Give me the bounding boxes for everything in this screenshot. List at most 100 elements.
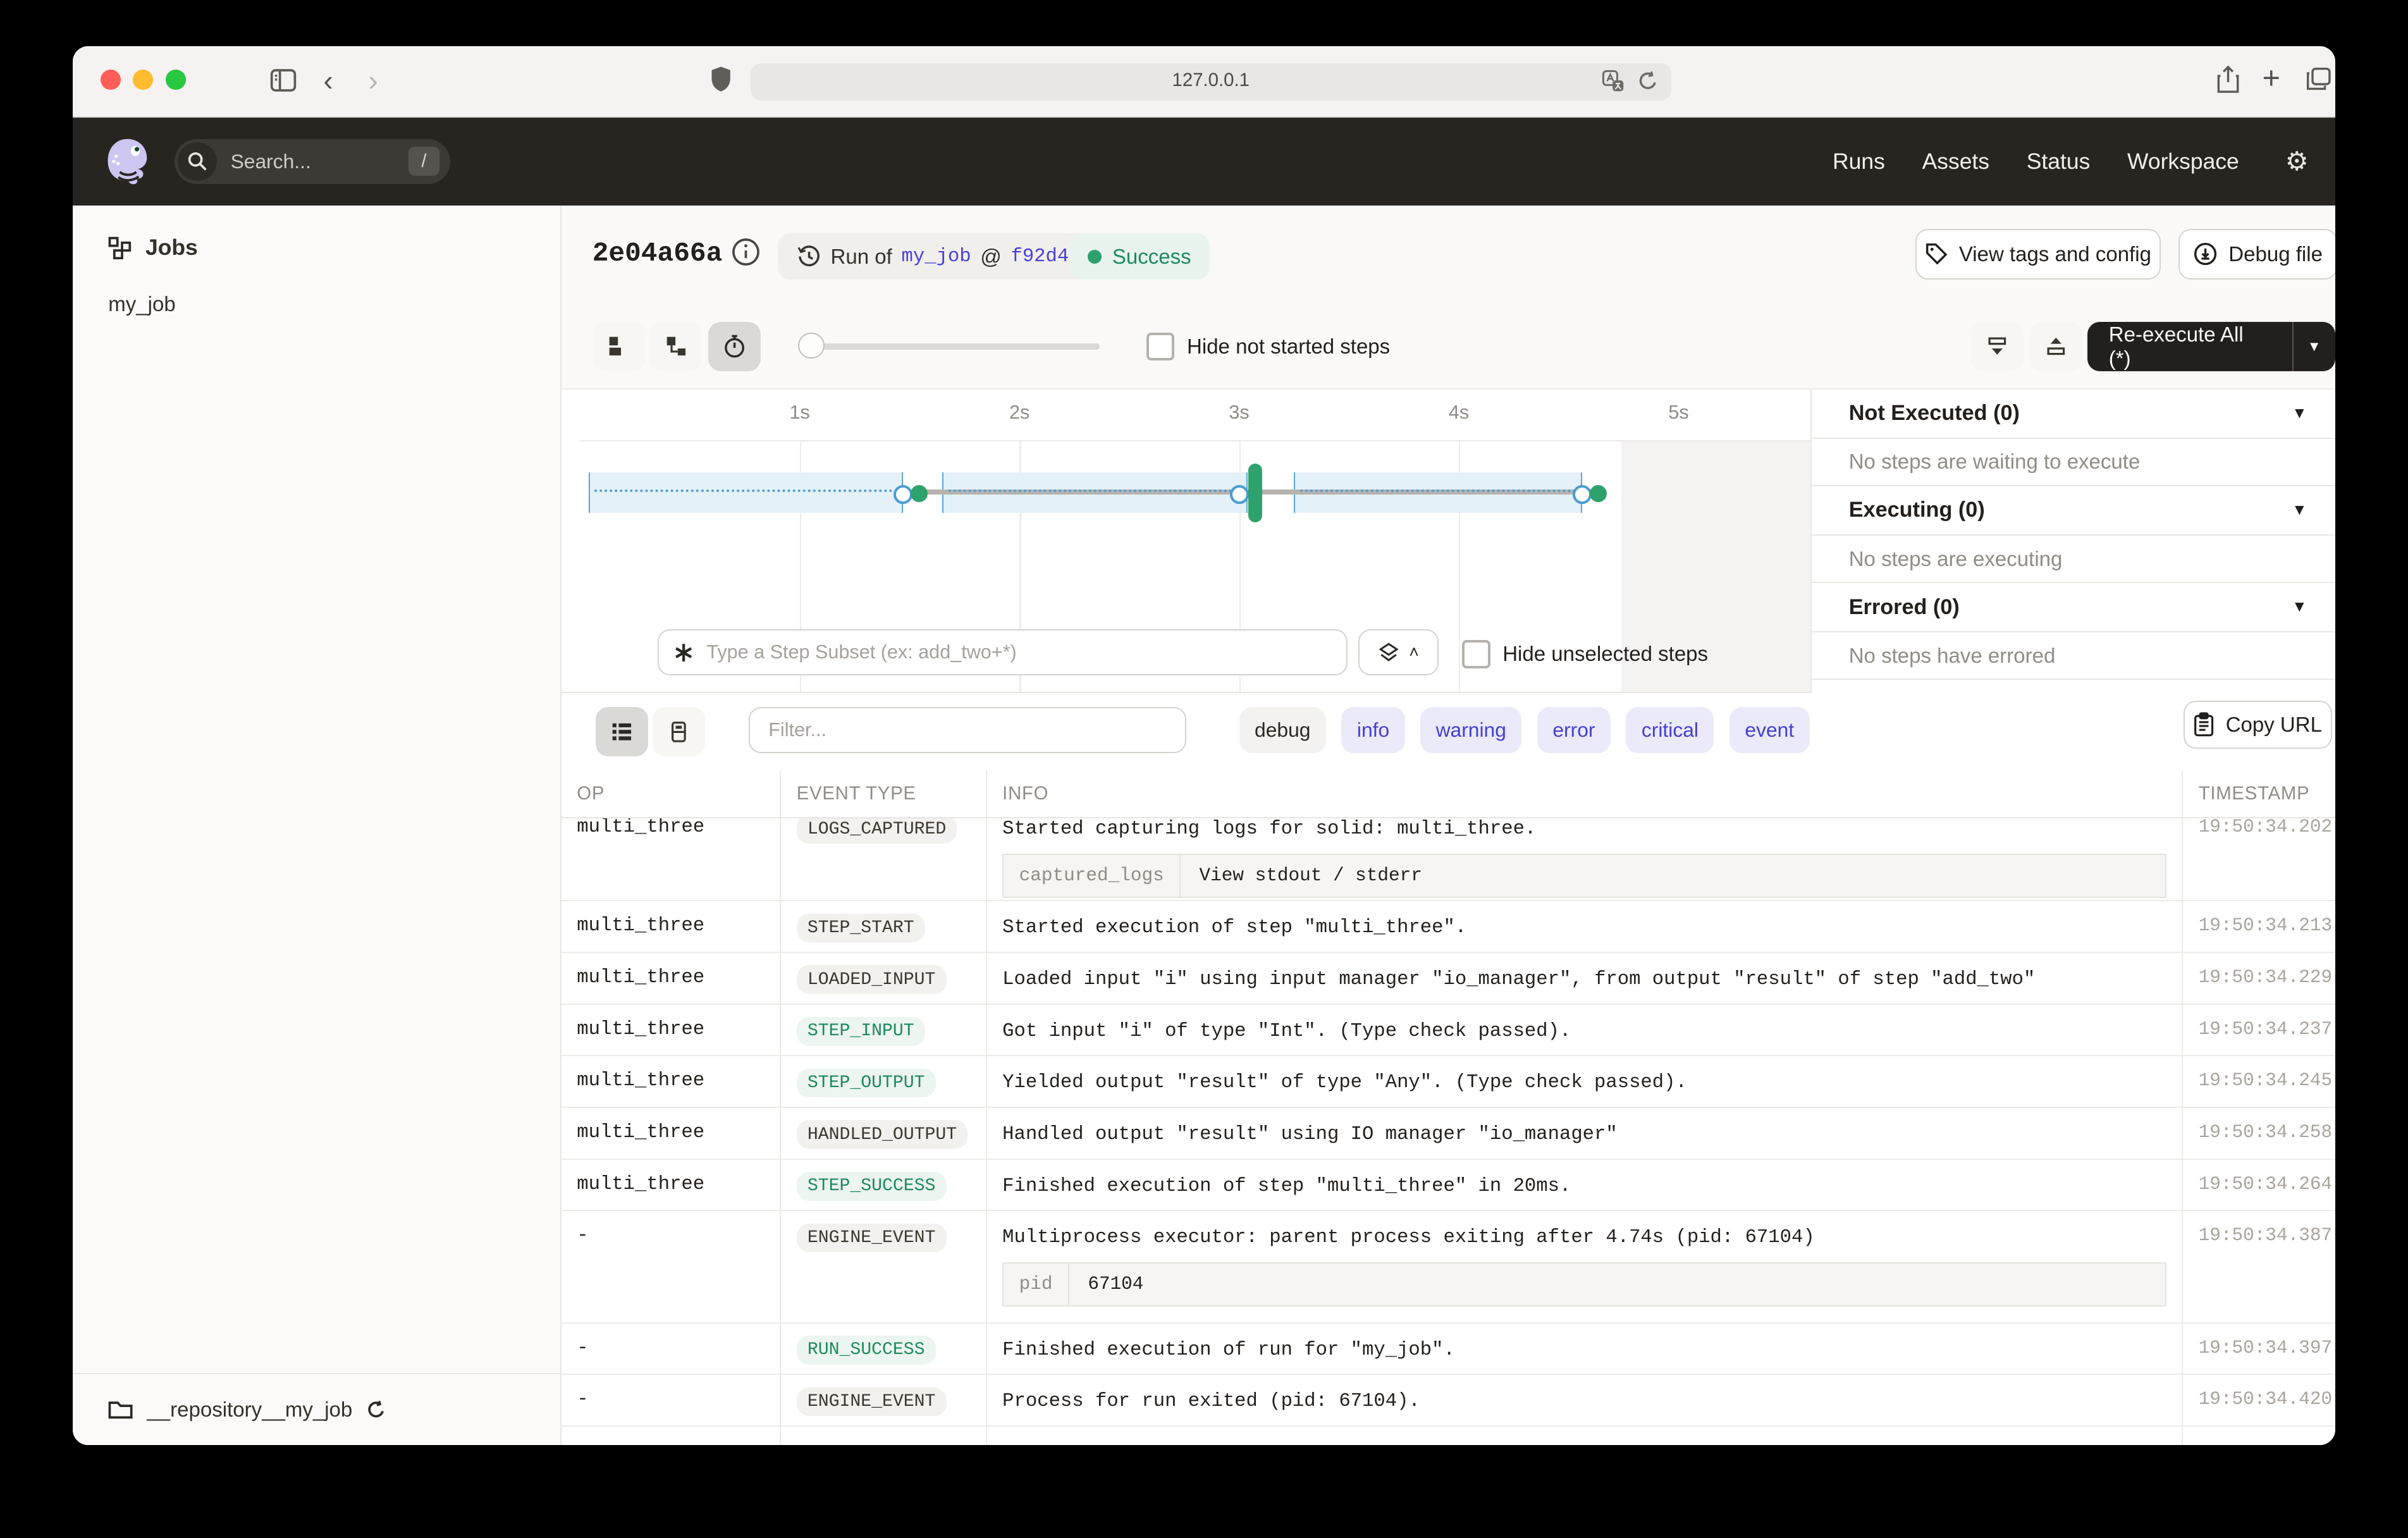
nav-item-assets[interactable]: Assets [1922, 149, 1989, 175]
waiting-dotted-line [594, 489, 897, 492]
filler-cell [562, 1427, 781, 1446]
status-section-message: No steps have errored [1812, 632, 2335, 680]
expand-all-button[interactable] [2030, 322, 2082, 371]
close-window-button[interactable] [101, 70, 121, 90]
log-timestamp[interactable]: 19:50:34.420 [2183, 1375, 2335, 1425]
log-filter-input[interactable] [765, 718, 1170, 743]
timeline-marker-open[interactable] [1573, 485, 1592, 504]
nav-item-workspace[interactable]: Workspace [2127, 149, 2239, 175]
dagster-logo[interactable] [102, 136, 153, 187]
table-row[interactable]: multi_threeSTEP_SUCCESSFinished executio… [562, 1160, 2335, 1212]
job-link[interactable]: my_job [902, 246, 971, 268]
log-event-type-cell: LOGS_CAPTURED [781, 818, 986, 902]
timeline-marker-open[interactable] [894, 485, 912, 504]
view-flat-gantt-button[interactable] [593, 322, 645, 371]
nav-item-runs[interactable]: Runs [1833, 149, 1885, 175]
table-row[interactable]: -ENGINE_EVENTProcess for run exited (pid… [562, 1375, 2335, 1427]
copy-url-button[interactable]: Copy URL [2184, 701, 2332, 749]
search-input[interactable] [228, 148, 388, 175]
nav-item-status[interactable]: Status [2027, 149, 2091, 175]
hide-not-started-checkbox[interactable]: Hide not started steps [1146, 333, 1390, 361]
back-button[interactable]: ‹ [323, 65, 333, 96]
status-section-header-0[interactable]: Not Executed (0)▼ [1812, 390, 2335, 439]
global-search[interactable]: / [175, 139, 450, 184]
table-row[interactable]: multi_threeSTEP_INPUTGot input "i" of ty… [562, 1005, 2335, 1057]
metadata-value[interactable]: View stdout / stderr [1181, 855, 1440, 897]
view-waterfall-button[interactable] [649, 322, 702, 371]
settings-gear-icon[interactable]: ⚙ [2285, 148, 2309, 175]
info-icon[interactable] [730, 237, 761, 268]
log-event-type-cell: ENGINE_EVENT [781, 1211, 986, 1322]
hide-unselected-checkbox[interactable]: Hide unselected steps [1462, 640, 1708, 668]
table-row[interactable]: multi_threeSTEP_OUTPUTYielded output "re… [562, 1056, 2335, 1108]
table-row[interactable]: multi_threeLOGS_CAPTUREDStarted capturin… [562, 818, 2335, 902]
reload-repo-icon[interactable] [366, 1399, 386, 1420]
level-tag-error[interactable]: error [1537, 707, 1611, 753]
timeline-step-span[interactable] [589, 472, 903, 513]
gantt-panel: 1s2s3s4s5s ˄ [562, 388, 1812, 693]
log-info-text: Finished execution of run for "my_job". [1002, 1338, 2166, 1364]
col-header-info: INFO [987, 770, 2184, 816]
step-subset-input[interactable] [703, 640, 1346, 665]
view-timed-button[interactable] [708, 322, 761, 371]
level-tag-event[interactable]: event [1729, 707, 1810, 753]
log-timestamp[interactable]: 19:50:34.264 [2183, 1160, 2335, 1210]
step-subset-field[interactable] [658, 629, 1348, 675]
run-page: 2e04a66a Run of my_job @ [562, 206, 2335, 1446]
tab-overview-icon[interactable] [2306, 66, 2332, 91]
timeline-marker-open[interactable] [1230, 485, 1249, 504]
table-row[interactable]: multi_threeHANDLED_OUTPUTHandled output … [562, 1108, 2335, 1160]
browser-window: ‹ › 127.0.0.1 [73, 46, 2335, 1445]
level-tag-info[interactable]: info [1341, 707, 1404, 753]
forward-button[interactable]: › [368, 65, 378, 96]
timeline-marker-dot[interactable] [1590, 485, 1607, 502]
share-icon[interactable] [2216, 65, 2240, 94]
level-tag-critical[interactable]: critical [1626, 707, 1714, 753]
timeline-marker-bar[interactable] [1248, 464, 1262, 522]
level-tag-debug[interactable]: debug [1239, 707, 1326, 753]
log-filter-field[interactable] [749, 707, 1187, 753]
sidebar-toggle-icon[interactable] [269, 66, 297, 94]
reexecute-dropdown-caret[interactable]: ▼ [2294, 322, 2335, 371]
log-timestamp[interactable]: 19:50:34.237 [2183, 1005, 2335, 1055]
log-timestamp[interactable]: 19:50:34.213 [2183, 901, 2335, 952]
view-tags-config-button[interactable]: View tags and config [1915, 229, 2161, 280]
new-tab-icon[interactable]: + [2263, 63, 2281, 94]
url-bar[interactable]: 127.0.0.1 [751, 63, 1671, 101]
axis-tick-label: 3s [1217, 402, 1261, 424]
reload-icon[interactable] [1637, 70, 1659, 93]
collapse-all-button[interactable] [1971, 322, 2024, 371]
debug-file-button[interactable]: Debug file [2178, 229, 2335, 280]
row-grid: multi_threeSTEP_OUTPUTYielded output "re… [562, 1056, 2335, 1107]
table-row[interactable]: -ENGINE_EVENTMultiprocess executor: pare… [562, 1211, 2335, 1323]
log-timestamp[interactable]: 19:50:34.387 [2183, 1211, 2335, 1322]
zoom-window-button[interactable] [166, 70, 186, 90]
log-timestamp[interactable]: 19:50:34.397 [2183, 1324, 2335, 1374]
status-section-header-1[interactable]: Executing (0)▼ [1812, 486, 2335, 536]
status-section-header-2[interactable]: Errored (0)▼ [1812, 583, 2335, 632]
level-tag-warning[interactable]: warning [1420, 707, 1521, 753]
translate-icon[interactable] [1602, 70, 1625, 93]
log-timestamp[interactable]: 19:50:34.245 [2183, 1056, 2335, 1107]
zoom-slider-knob[interactable] [798, 333, 825, 359]
sidebar-item-my-job[interactable]: my_job [108, 292, 175, 316]
table-row[interactable]: multi_threeLOADED_INPUTLoaded input "i" … [562, 953, 2335, 1005]
apply-subset-button[interactable]: ˄ [1358, 629, 1439, 675]
log-structured-view-button[interactable] [653, 707, 705, 756]
timeline-marker-dot[interactable] [911, 485, 928, 502]
reexecute-all-button[interactable]: Re-execute All (*) [2087, 322, 2294, 371]
log-info-text: Handled output "result" using IO manager… [1002, 1122, 2166, 1148]
shield-icon[interactable] [710, 65, 732, 93]
zoom-slider[interactable] [811, 343, 1100, 350]
log-event-type-cell: HANDLED_OUTPUT [781, 1108, 986, 1159]
minimize-window-button[interactable] [133, 70, 153, 90]
log-timestamp[interactable]: 19:50:34.229 [2183, 953, 2335, 1004]
log-list-view-button[interactable] [596, 707, 648, 756]
log-info-cell: Process for run exited (pid: 67104). [987, 1375, 2184, 1425]
log-timestamp[interactable]: 19:50:34.258 [2183, 1108, 2335, 1159]
table-row[interactable]: multi_threeSTEP_STARTStarted execution o… [562, 901, 2335, 953]
log-info-text: Started execution of step "multi_three". [1002, 915, 2166, 942]
metadata-value[interactable]: 67104 [1069, 1264, 1162, 1305]
table-row[interactable]: -RUN_SUCCESSFinished execution of run fo… [562, 1324, 2335, 1375]
log-timestamp[interactable]: 19:50:34.202 [2183, 818, 2335, 902]
